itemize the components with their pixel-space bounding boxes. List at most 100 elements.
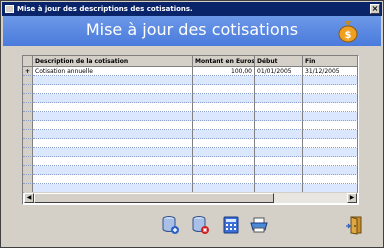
close-button[interactable]: × xyxy=(370,4,380,14)
horizontal-scrollbar[interactable]: ◀ ▶ xyxy=(24,192,357,203)
column-header-debut[interactable]: Début xyxy=(255,56,303,67)
table-row[interactable] xyxy=(23,85,358,94)
empty-cell[interactable] xyxy=(303,76,358,85)
empty-cell[interactable] xyxy=(303,148,358,157)
table-row[interactable] xyxy=(23,94,358,103)
scroll-left-button[interactable]: ◀ xyxy=(24,193,34,203)
empty-cell[interactable] xyxy=(193,103,255,112)
table-row[interactable] xyxy=(23,103,358,112)
add-database-icon[interactable] xyxy=(161,215,181,235)
empty-cell[interactable] xyxy=(33,121,193,130)
empty-cell[interactable] xyxy=(33,175,193,184)
table-row[interactable] xyxy=(23,121,358,130)
row-marker[interactable] xyxy=(23,94,33,103)
empty-cell[interactable] xyxy=(303,157,358,166)
empty-cell[interactable] xyxy=(193,112,255,121)
empty-cell[interactable] xyxy=(255,112,303,121)
empty-cell[interactable] xyxy=(255,85,303,94)
empty-cell[interactable] xyxy=(303,94,358,103)
cell-montant[interactable]: 100,00 xyxy=(193,67,255,76)
empty-cell[interactable] xyxy=(33,157,193,166)
empty-cell[interactable] xyxy=(303,175,358,184)
empty-cell[interactable] xyxy=(33,94,193,103)
empty-cell[interactable] xyxy=(303,112,358,121)
scroll-thumb[interactable] xyxy=(34,193,274,203)
cell-fin[interactable]: 31/12/2005 xyxy=(303,67,358,76)
column-header-fin[interactable]: Fin xyxy=(303,56,358,67)
empty-cell[interactable] xyxy=(193,148,255,157)
empty-cell[interactable] xyxy=(193,139,255,148)
row-marker[interactable] xyxy=(23,175,33,184)
empty-cell[interactable] xyxy=(33,166,193,175)
dialog-window: Mise à jour des descriptions des cotisat… xyxy=(0,0,384,248)
empty-cell[interactable] xyxy=(33,103,193,112)
empty-cell[interactable] xyxy=(303,103,358,112)
row-marker[interactable] xyxy=(23,112,33,121)
exit-door-icon[interactable] xyxy=(345,215,365,235)
table-row[interactable] xyxy=(23,112,358,121)
column-header-montant[interactable]: Montant en Euros xyxy=(193,56,255,67)
empty-cell[interactable] xyxy=(303,121,358,130)
empty-cell[interactable] xyxy=(255,175,303,184)
empty-cell[interactable] xyxy=(255,121,303,130)
row-marker[interactable] xyxy=(23,148,33,157)
row-marker[interactable] xyxy=(23,85,33,94)
empty-cell[interactable] xyxy=(255,94,303,103)
delete-database-icon[interactable] xyxy=(191,215,211,235)
row-marker[interactable]: + xyxy=(23,67,33,76)
empty-cell[interactable] xyxy=(303,85,358,94)
row-marker[interactable] xyxy=(23,76,33,85)
row-marker[interactable] xyxy=(23,130,33,139)
empty-cell[interactable] xyxy=(255,103,303,112)
empty-cell[interactable] xyxy=(255,166,303,175)
empty-cell[interactable] xyxy=(255,148,303,157)
svg-text:$: $ xyxy=(345,30,352,41)
title-bar: Mise à jour des descriptions des cotisat… xyxy=(2,2,382,16)
empty-cell[interactable] xyxy=(193,76,255,85)
empty-cell[interactable] xyxy=(33,148,193,157)
table-row[interactable]: + Cotisation annuelle 100,00 01/01/2005 … xyxy=(23,67,358,76)
cell-debut[interactable]: 01/01/2005 xyxy=(255,67,303,76)
empty-cell[interactable] xyxy=(193,175,255,184)
table-row[interactable] xyxy=(23,175,358,184)
empty-cell[interactable] xyxy=(303,166,358,175)
row-marker[interactable] xyxy=(23,103,33,112)
empty-cell[interactable] xyxy=(33,76,193,85)
contributions-grid[interactable]: Description de la cotisation Montant en … xyxy=(22,55,359,205)
printer-icon[interactable] xyxy=(249,215,269,235)
empty-cell[interactable] xyxy=(303,130,358,139)
table-row[interactable] xyxy=(23,76,358,85)
row-marker[interactable] xyxy=(23,139,33,148)
empty-cell[interactable] xyxy=(255,139,303,148)
window-icon xyxy=(5,5,14,13)
table-row[interactable] xyxy=(23,166,358,175)
table-row[interactable] xyxy=(23,139,358,148)
table-row[interactable] xyxy=(23,148,358,157)
empty-cell[interactable] xyxy=(255,76,303,85)
row-marker[interactable] xyxy=(23,121,33,130)
scroll-right-button[interactable]: ▶ xyxy=(347,193,357,203)
window-title: Mise à jour des descriptions des cotisat… xyxy=(17,5,193,13)
empty-cell[interactable] xyxy=(193,130,255,139)
empty-cell[interactable] xyxy=(193,94,255,103)
empty-cell[interactable] xyxy=(193,157,255,166)
cell-description[interactable]: Cotisation annuelle xyxy=(33,67,193,76)
empty-cell[interactable] xyxy=(33,130,193,139)
empty-cell[interactable] xyxy=(193,85,255,94)
header-banner: Mise à jour des cotisations $ xyxy=(3,16,381,46)
calculator-icon[interactable] xyxy=(221,215,241,235)
empty-cell[interactable] xyxy=(33,85,193,94)
empty-cell[interactable] xyxy=(255,130,303,139)
empty-cell[interactable] xyxy=(33,139,193,148)
table-row[interactable] xyxy=(23,130,358,139)
table-row[interactable] xyxy=(23,157,358,166)
empty-cell[interactable] xyxy=(303,139,358,148)
empty-cell[interactable] xyxy=(193,121,255,130)
row-marker[interactable] xyxy=(23,157,33,166)
column-header-description[interactable]: Description de la cotisation xyxy=(33,56,193,67)
row-marker[interactable] xyxy=(23,166,33,175)
selector-header xyxy=(23,56,33,67)
empty-cell[interactable] xyxy=(193,166,255,175)
empty-cell[interactable] xyxy=(255,157,303,166)
empty-cell[interactable] xyxy=(33,112,193,121)
